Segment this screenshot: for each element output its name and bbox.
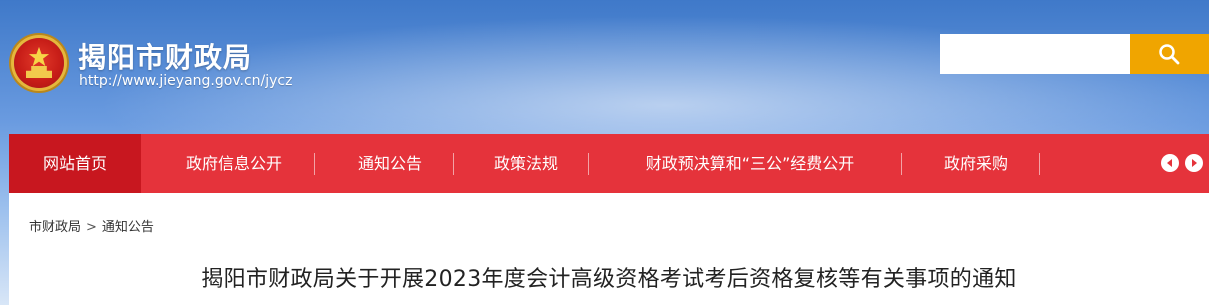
nav-item-home[interactable]: 网站首页 <box>9 134 141 193</box>
nav-divider <box>588 153 589 175</box>
nav-item-government-info[interactable]: 政府信息公开 <box>154 134 314 193</box>
arrow-right-icon <box>1192 159 1197 167</box>
site-header: 揭阳市财政局 http://www.jieyang.gov.cn/jycz <box>0 0 1209 133</box>
breadcrumb-link-finance-bureau[interactable]: 市财政局 <box>29 220 81 235</box>
site-title: 揭阳市财政局 <box>78 41 253 74</box>
breadcrumb-link-notices[interactable]: 通知公告 <box>102 220 154 235</box>
search-icon <box>1159 44 1180 65</box>
nav-item-policies[interactable]: 政策法规 <box>464 134 588 193</box>
nav-next-button[interactable] <box>1185 154 1203 172</box>
nav-divider <box>314 153 315 175</box>
nav-divider <box>453 153 454 175</box>
nav-item-procurement[interactable]: 政府采购 <box>914 134 1038 193</box>
site-url: http://www.jieyang.gov.cn/jycz <box>79 73 293 89</box>
breadcrumb: 市财政局 > 通知公告 <box>29 216 154 235</box>
search-input[interactable] <box>940 34 1130 74</box>
nav-prev-button[interactable] <box>1161 154 1179 172</box>
main-navigation: 网站首页 政府信息公开 通知公告 政策法规 财政预决算和“三公”经费公开 政府采… <box>9 134 1209 193</box>
search-button[interactable] <box>1130 34 1209 74</box>
content-area: 市财政局 > 通知公告 揭阳市财政局关于开展2023年度会计高级资格考试考后资格复核… <box>9 193 1209 305</box>
breadcrumb-separator: > <box>86 220 97 235</box>
arrow-left-icon <box>1167 159 1172 167</box>
nav-divider <box>901 153 902 175</box>
nav-divider <box>1039 153 1040 175</box>
article-title: 揭阳市财政局关于开展2023年度会计高级资格考试考后资格复核等有关事项的通知 <box>201 267 1017 292</box>
nav-item-budget-disclosure[interactable]: 财政预决算和“三公”经费公开 <box>601 134 899 193</box>
nav-item-notices[interactable]: 通知公告 <box>327 134 453 193</box>
national-emblem-icon <box>14 38 64 88</box>
